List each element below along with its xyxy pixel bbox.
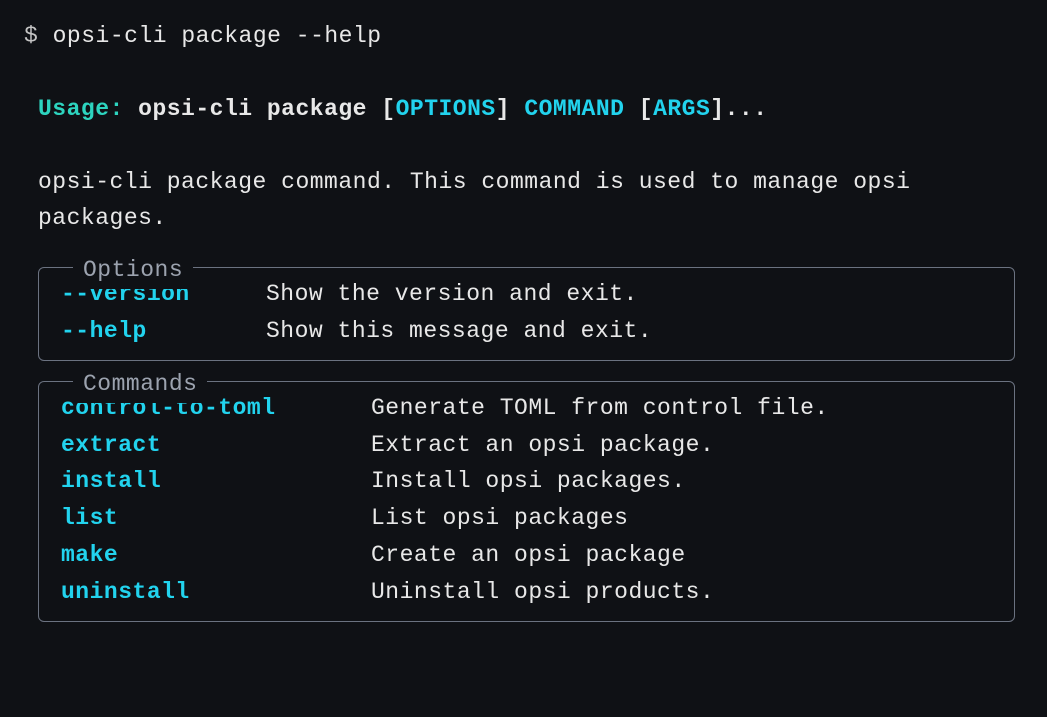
option-row: --help Show this message and exit.	[39, 313, 1014, 350]
command-name: make	[61, 537, 371, 574]
command-description: opsi-cli package command. This command i…	[24, 164, 1023, 238]
shell-prompt-line: $ opsi-cli package --help	[24, 18, 1023, 55]
usage-bracket: ]	[496, 96, 525, 122]
prompt-command: opsi-cli package --help	[53, 23, 382, 49]
usage-program: opsi-cli package	[138, 96, 367, 122]
command-desc: Create an opsi package	[371, 537, 686, 574]
command-desc: Install opsi packages.	[371, 463, 686, 500]
options-panel-title: Options	[73, 252, 193, 289]
command-row: uninstall Uninstall opsi products.	[39, 574, 1014, 611]
command-desc: Extract an opsi package.	[371, 427, 714, 464]
option-desc: Show this message and exit.	[266, 313, 652, 350]
command-row: install Install opsi packages.	[39, 463, 1014, 500]
command-name: uninstall	[61, 574, 371, 611]
option-name: --help	[61, 313, 266, 350]
command-desc: Generate TOML from control file.	[371, 390, 829, 427]
usage-bracket: [	[624, 96, 653, 122]
usage-line: Usage: opsi-cli package [OPTIONS] COMMAN…	[24, 91, 1023, 128]
command-row: extract Extract an opsi package.	[39, 427, 1014, 464]
usage-label: Usage:	[38, 96, 124, 122]
commands-panel-title: Commands	[73, 366, 207, 403]
usage-command: COMMAND	[524, 96, 624, 122]
usage-bracket: ]...	[710, 96, 767, 122]
command-desc: List opsi packages	[371, 500, 628, 537]
command-row: list List opsi packages	[39, 500, 1014, 537]
command-row: make Create an opsi package	[39, 537, 1014, 574]
option-desc: Show the version and exit.	[266, 276, 638, 313]
command-name: extract	[61, 427, 371, 464]
command-name: list	[61, 500, 371, 537]
usage-bracket: [	[367, 96, 396, 122]
options-panel: Options --version Show the version and e…	[38, 267, 1015, 361]
command-name: install	[61, 463, 371, 500]
prompt-symbol: $	[24, 23, 38, 49]
commands-panel: Commands control-to-toml Generate TOML f…	[38, 381, 1015, 622]
command-desc: Uninstall opsi products.	[371, 574, 714, 611]
usage-options: OPTIONS	[396, 96, 496, 122]
usage-args: ARGS	[653, 96, 710, 122]
